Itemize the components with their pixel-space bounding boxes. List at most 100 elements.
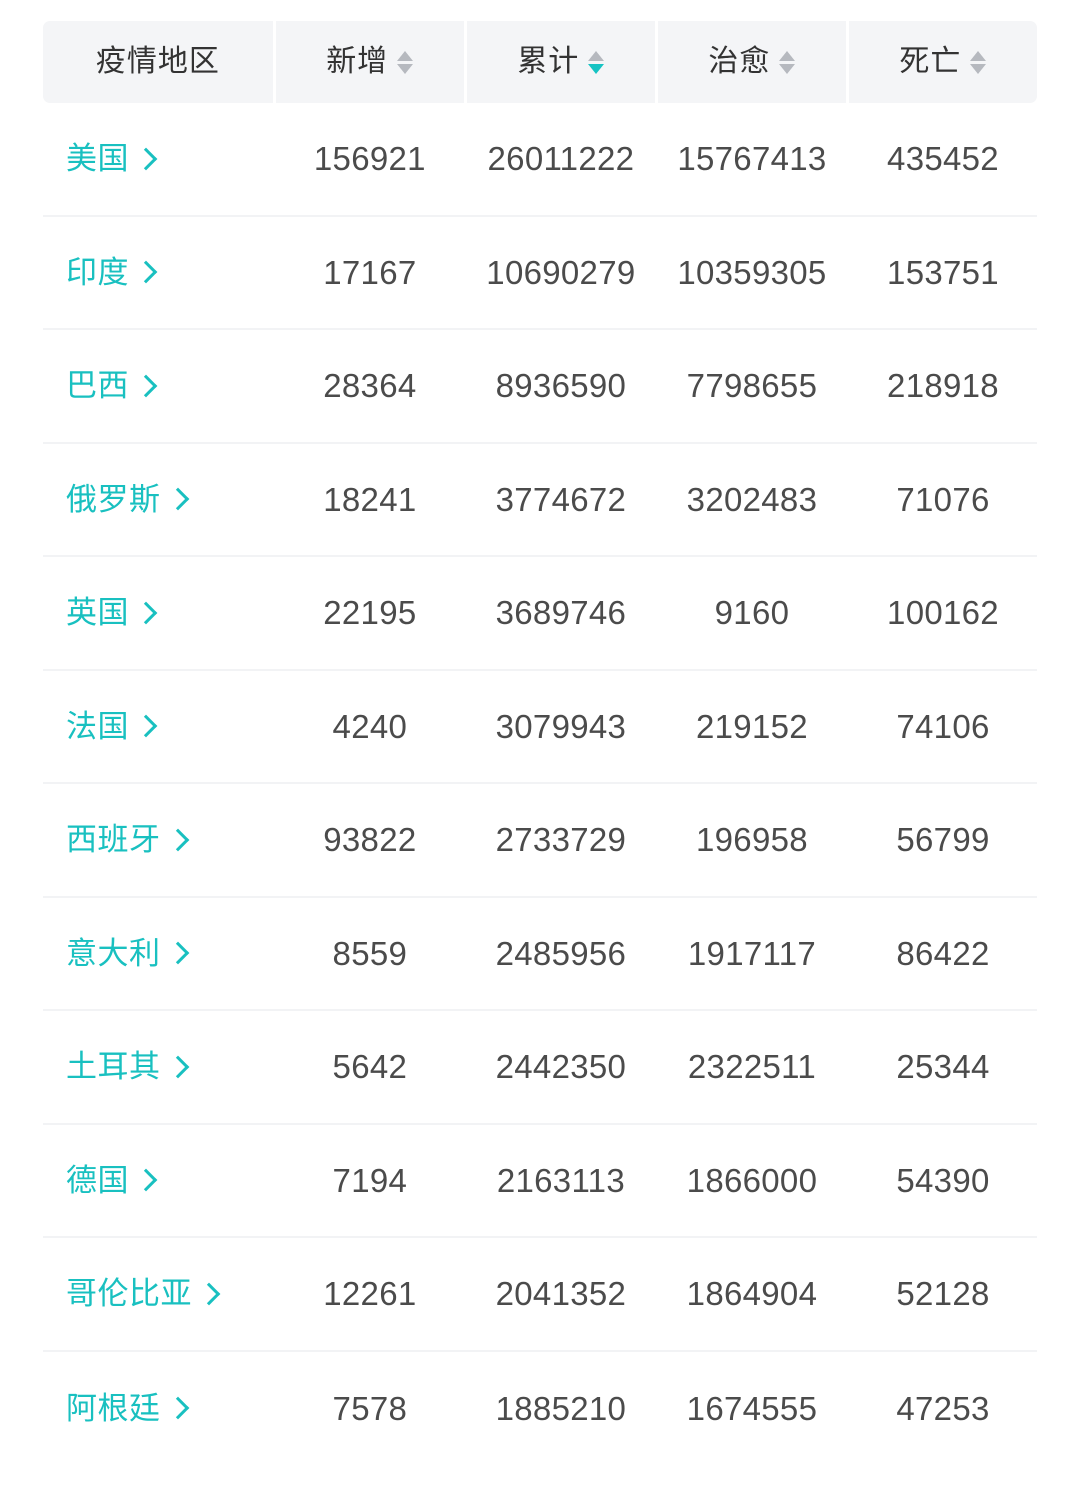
deaths-cell: 71076	[896, 480, 990, 518]
sort-descending-icon[interactable]	[779, 63, 796, 74]
cured-cases-cell: 9160	[714, 594, 790, 632]
cured-cases-cell: 1917117	[687, 934, 817, 972]
column-header-deaths[interactable]: 死亡	[848, 21, 1037, 103]
deaths-cell: 52128	[896, 1275, 990, 1313]
region-name-link[interactable]: 意大利	[66, 938, 161, 969]
table-row[interactable]: 意大利 8559 2485956 1917117 86422	[43, 898, 1037, 1011]
table-row[interactable]: 英国 22195 3689746 9160 100162	[43, 557, 1037, 671]
chevron-right-icon	[134, 601, 158, 625]
deaths-cell: 218918	[887, 367, 999, 405]
new-cases-cell: 4240	[332, 707, 408, 745]
sort-descending-icon[interactable]	[397, 63, 414, 74]
region-cell[interactable]: 印度	[43, 257, 273, 288]
cured-cases-cell: 15767413	[677, 140, 827, 178]
region-name-link[interactable]: 美国	[66, 143, 129, 174]
region-name-link[interactable]: 哥伦比亚	[66, 1278, 192, 1309]
sort-descending-icon[interactable]	[970, 63, 987, 74]
column-header-cured-label: 治愈	[708, 45, 771, 78]
region-name-link[interactable]: 英国	[66, 597, 129, 628]
table-row[interactable]: 俄罗斯 18241 3774672 3202483 71076	[43, 444, 1037, 557]
table-row[interactable]: 阿根廷 7578 1885210 1674555 47253	[43, 1352, 1037, 1466]
table-row[interactable]: 德国 7194 2163113 1866000 54390	[43, 1125, 1037, 1238]
deaths-cell: 74106	[896, 707, 990, 745]
new-cases-cell: 8559	[332, 934, 408, 972]
region-name-link[interactable]: 德国	[66, 1165, 129, 1196]
column-header-deaths-label: 死亡	[899, 45, 962, 78]
table-body: 美国 156921 26011222 15767413 435452 印度 17167 106…	[43, 103, 1037, 1465]
cured-cases-cell: 2322511	[687, 1048, 817, 1086]
region-cell[interactable]: 法国	[43, 711, 273, 742]
table-row[interactable]: 巴西 28364 8936590 7798655 218918	[43, 330, 1037, 444]
region-name-link[interactable]: 土耳其	[66, 1051, 161, 1082]
region-name-link[interactable]: 俄罗斯	[66, 484, 161, 515]
sort-ascending-icon[interactable]	[779, 50, 796, 61]
region-name-link[interactable]: 西班牙	[66, 824, 161, 855]
sort-arrows-cured[interactable]	[779, 47, 796, 77]
region-name-link[interactable]: 印度	[66, 257, 129, 288]
chevron-right-icon	[166, 1055, 189, 1079]
region-cell[interactable]: 巴西	[43, 370, 273, 401]
column-header-new[interactable]: 新增	[275, 21, 464, 103]
sort-ascending-icon[interactable]	[588, 50, 605, 61]
deaths-cell: 153751	[887, 253, 999, 291]
chevron-right-icon	[134, 147, 158, 171]
chevron-right-icon	[166, 1396, 189, 1420]
table-row[interactable]: 印度 17167 10690279 10359305 153751	[43, 217, 1037, 330]
epidemic-data-table: 疫情地区 新增 累计 治愈 死亡 美国 156921 26011222 1576…	[0, 21, 1080, 1465]
table-header-row: 疫情地区 新增 累计 治愈 死亡	[43, 21, 1037, 103]
column-header-region-label: 疫情地区	[95, 45, 220, 78]
region-name-link[interactable]: 阿根廷	[66, 1393, 161, 1424]
chevron-right-icon	[134, 714, 158, 738]
cured-cases-cell: 7798655	[686, 367, 818, 405]
total-cases-cell: 2485956	[495, 934, 627, 972]
region-cell[interactable]: 俄罗斯	[43, 484, 273, 515]
table-row[interactable]: 美国 156921 26011222 15767413 435452	[43, 103, 1037, 217]
sort-arrows-new[interactable]	[397, 47, 414, 77]
total-cases-cell: 2163113	[496, 1161, 625, 1199]
sort-ascending-icon[interactable]	[970, 50, 987, 61]
cured-cases-cell: 1864904	[686, 1275, 818, 1313]
total-cases-cell: 2041352	[495, 1275, 627, 1313]
new-cases-cell: 18241	[323, 480, 417, 518]
region-cell[interactable]: 意大利	[43, 938, 273, 969]
chevron-right-icon	[166, 941, 189, 965]
table-row[interactable]: 西班牙 93822 2733729 196958 56799	[43, 784, 1037, 898]
region-cell[interactable]: 土耳其	[43, 1051, 273, 1082]
region-cell[interactable]: 哥伦比亚	[43, 1278, 273, 1309]
region-cell[interactable]: 英国	[43, 597, 273, 628]
chevron-right-icon	[166, 828, 189, 852]
column-header-total[interactable]: 累计	[466, 21, 655, 103]
deaths-cell: 54390	[896, 1161, 990, 1199]
region-cell[interactable]: 阿根廷	[43, 1393, 273, 1424]
new-cases-cell: 28364	[323, 367, 417, 405]
chevron-right-icon	[134, 260, 158, 284]
new-cases-cell: 93822	[323, 821, 417, 859]
cured-cases-cell: 1674555	[686, 1389, 818, 1427]
sort-arrows-deaths[interactable]	[970, 47, 987, 77]
total-cases-cell: 3689746	[495, 594, 627, 632]
cured-cases-cell: 196958	[696, 821, 808, 859]
deaths-cell: 47253	[896, 1389, 990, 1427]
column-header-cured[interactable]: 治愈	[657, 21, 846, 103]
region-cell[interactable]: 美国	[43, 143, 273, 174]
total-cases-cell: 10690279	[486, 253, 636, 291]
table-row[interactable]: 土耳其 5642 2442350 2322511 25344	[43, 1011, 1037, 1125]
region-cell[interactable]: 德国	[43, 1165, 273, 1196]
region-name-link[interactable]: 法国	[66, 711, 129, 742]
total-cases-cell: 3774672	[495, 480, 627, 518]
new-cases-cell: 12261	[323, 1275, 417, 1313]
chevron-right-icon	[197, 1282, 221, 1306]
column-header-new-label: 新增	[326, 45, 389, 78]
region-cell[interactable]: 西班牙	[43, 824, 273, 855]
chevron-right-icon	[134, 374, 158, 398]
deaths-cell: 25344	[896, 1048, 990, 1086]
new-cases-cell: 17167	[323, 253, 417, 291]
sort-ascending-icon[interactable]	[397, 50, 414, 61]
region-name-link[interactable]: 巴西	[66, 370, 129, 401]
sort-arrows-total[interactable]	[588, 47, 605, 77]
table-row[interactable]: 法国 4240 3079943 219152 74106	[43, 671, 1037, 784]
total-cases-cell: 3079943	[495, 707, 627, 745]
table-row[interactable]: 哥伦比亚 12261 2041352 1864904 52128	[43, 1238, 1037, 1352]
sort-descending-icon-active[interactable]	[588, 63, 605, 74]
column-header-region: 疫情地区	[43, 21, 273, 103]
